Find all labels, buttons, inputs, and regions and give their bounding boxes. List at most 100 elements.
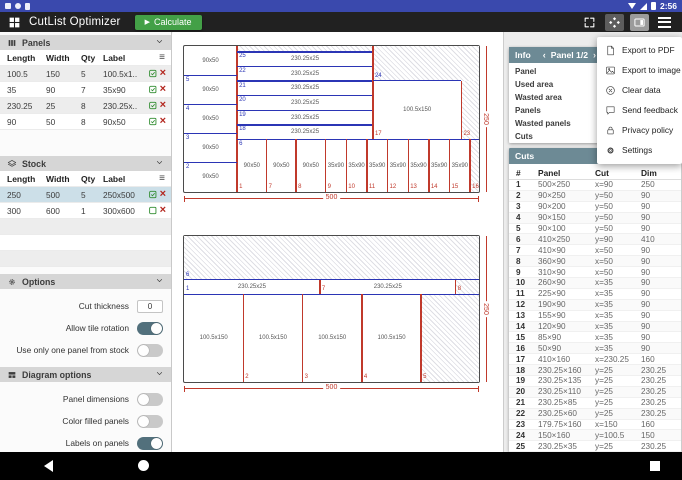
toggle-knob <box>138 345 149 356</box>
cell: 25 <box>516 442 538 451</box>
empty-row <box>0 251 171 267</box>
cell: 5 <box>81 190 103 200</box>
table-header: LengthWidthQtyLabel≡ <box>0 50 171 66</box>
delete-icon[interactable]: × <box>160 85 166 94</box>
cut-line <box>237 95 373 96</box>
delete-icon[interactable]: × <box>160 117 166 126</box>
calculate-button[interactable]: ▶ Calculate <box>135 15 202 30</box>
toggle-switch[interactable] <box>137 344 163 357</box>
cut-order-label: 11 <box>369 184 375 191</box>
cell: 14 <box>516 322 538 331</box>
cut-order-label: 21 <box>239 83 246 90</box>
delete-icon[interactable]: × <box>160 69 166 78</box>
cell: x=50 <box>595 257 641 266</box>
options-rows: Cut thicknessAllow tile rotationUse only… <box>0 298 171 358</box>
delete-icon[interactable]: × <box>160 206 166 215</box>
left-sidebar: Panels LengthWidthQtyLabel≡100.51505100.… <box>0 32 172 452</box>
cell: 150 <box>641 431 681 440</box>
width-dimension-label: 500 <box>323 194 341 202</box>
waste-region <box>373 46 479 81</box>
waste-region <box>421 294 479 382</box>
cell: 225×90 <box>538 289 595 298</box>
cell: 90 <box>641 213 681 222</box>
toggle-knob <box>138 416 149 427</box>
edit-icon[interactable] <box>149 206 157 215</box>
cell: 90 <box>641 311 681 320</box>
status-bar: 2:56 <box>0 0 682 12</box>
next-panel-arrow[interactable]: › <box>593 50 596 60</box>
cut-line <box>237 139 479 140</box>
info-row: Wasted area <box>509 91 602 104</box>
home-button[interactable] <box>138 460 149 471</box>
column-header: Label <box>103 53 149 63</box>
cut-panel: 90x50 <box>184 75 237 104</box>
edit-icon[interactable] <box>149 101 157 110</box>
stock-section-header[interactable]: Stock <box>0 156 171 171</box>
menu-item-export-to-pdf[interactable]: Export to PDF <box>597 40 682 60</box>
toggle-side-panel-button[interactable] <box>630 14 649 31</box>
menu-item-settings[interactable]: Settings <box>597 140 682 160</box>
delete-icon[interactable]: × <box>160 101 166 110</box>
table-row[interactable]: 3590735x90× <box>0 82 171 98</box>
table-menu-icon[interactable]: ≡ <box>159 52 171 63</box>
cell: 5 <box>81 69 103 79</box>
cut-line <box>184 294 479 295</box>
toggle-switch[interactable] <box>137 393 163 406</box>
toggle-switch[interactable] <box>137 415 163 428</box>
cuts-row: 10260×90x=3590 <box>509 278 681 289</box>
cell: 260×90 <box>538 278 595 287</box>
edit-icon[interactable] <box>149 190 157 199</box>
column-header: Qty <box>81 53 103 63</box>
cut-line <box>184 162 237 163</box>
menu-item-export-to-image[interactable]: Export to image <box>597 60 682 80</box>
panels-section-header[interactable]: Panels <box>0 35 171 50</box>
cell: 8 <box>516 257 538 266</box>
back-button[interactable] <box>44 460 53 472</box>
cell: y=90 <box>595 235 641 244</box>
cuts-row: 25230.25×35y=25230.25 <box>509 441 681 452</box>
edit-icon[interactable] <box>149 117 157 126</box>
overflow-menu-button[interactable] <box>655 14 674 31</box>
cell: 90×250 <box>538 191 595 200</box>
table-menu-icon[interactable]: ≡ <box>159 173 171 184</box>
info-row: Panels <box>509 104 602 117</box>
cuts-row: 14120×90x=3590 <box>509 322 681 333</box>
table-row[interactable]: 100.51505100.5x1..× <box>0 66 171 82</box>
cut-order-label: 13 <box>410 184 417 191</box>
fit-diagram-button[interactable] <box>605 14 624 31</box>
cuts-row: 6410×250y=90410 <box>509 234 681 245</box>
cell: 90×200 <box>538 202 595 211</box>
table-row[interactable]: 2505005250x500× <box>0 187 171 203</box>
table-row[interactable]: 230.25258230.25x..× <box>0 98 171 114</box>
cell: 300 <box>7 206 46 216</box>
cut-line <box>237 51 373 52</box>
width-dimension-label: 500 <box>323 384 341 392</box>
prev-panel-arrow[interactable]: ‹ <box>543 50 546 60</box>
recents-button[interactable] <box>650 461 660 471</box>
diagram-options-section-header[interactable]: Diagram options <box>0 367 171 382</box>
table-row[interactable]: 3006001300x600× <box>0 203 171 219</box>
edit-icon[interactable] <box>149 85 157 94</box>
cut-line <box>346 139 347 192</box>
menu-item-clear-data[interactable]: Clear data <box>597 80 682 100</box>
fullscreen-button[interactable] <box>580 14 599 31</box>
toggle-knob <box>151 323 162 334</box>
cell: 120×90 <box>538 322 595 331</box>
options-section-header[interactable]: Options <box>0 274 171 289</box>
delete-icon[interactable]: × <box>160 190 166 199</box>
menu-item-privacy-policy[interactable]: Privacy policy <box>597 120 682 140</box>
edit-icon[interactable] <box>149 69 157 78</box>
cut-order-label: 22 <box>239 68 246 75</box>
cut-thickness-input[interactable] <box>137 300 163 313</box>
clear-icon <box>605 85 616 96</box>
table-row[interactable]: 9050890x50× <box>0 114 171 130</box>
info-title: Info <box>515 50 531 60</box>
column-header: Qty <box>81 174 103 184</box>
cell: x=90 <box>595 180 641 189</box>
menu-item-send-feedback[interactable]: Send feedback <box>597 100 682 120</box>
cut-panel: 230.25x25 <box>237 96 373 111</box>
row-actions: × <box>149 101 171 110</box>
toggle-switch[interactable] <box>137 322 163 335</box>
cell: 9 <box>516 268 538 277</box>
toggle-switch[interactable] <box>137 437 163 450</box>
